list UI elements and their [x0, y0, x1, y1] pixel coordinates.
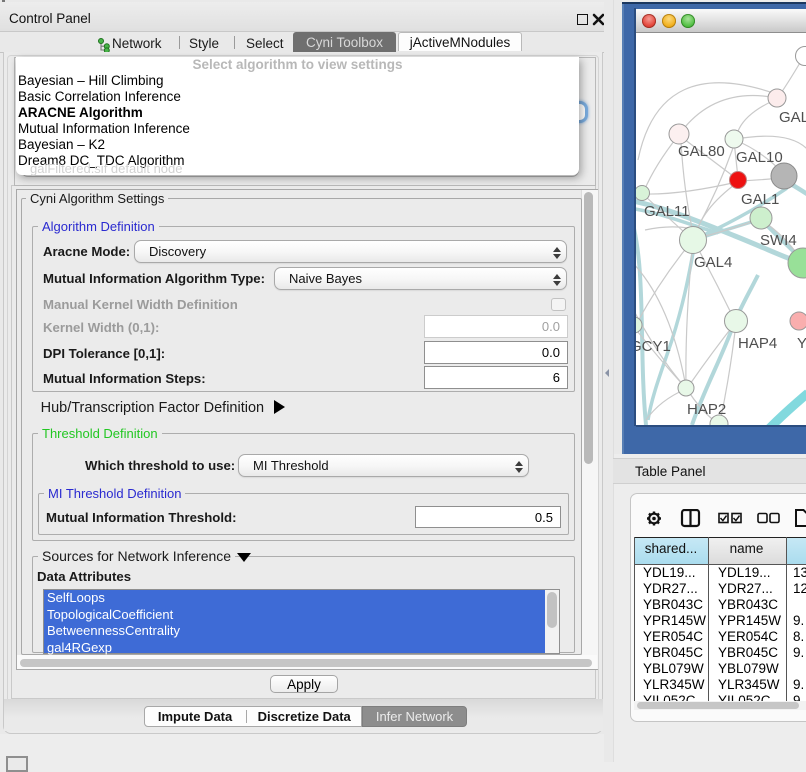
- svg-text:GAL11: GAL11: [644, 203, 690, 220]
- svg-text:GAL10: GAL10: [736, 149, 783, 166]
- svg-text:HAP4: HAP4: [738, 335, 777, 352]
- svg-text:GCY1: GCY1: [636, 338, 671, 355]
- svg-text:GAL1: GAL1: [741, 191, 779, 208]
- svg-text:GAL80: GAL80: [678, 143, 725, 160]
- svg-text:GAL7: GAL7: [779, 109, 806, 126]
- svg-text:SWI4: SWI4: [760, 232, 797, 249]
- svg-text:Y: Y: [797, 335, 806, 352]
- svg-text:GAL4: GAL4: [694, 254, 732, 271]
- svg-text:HAP2: HAP2: [687, 401, 726, 418]
